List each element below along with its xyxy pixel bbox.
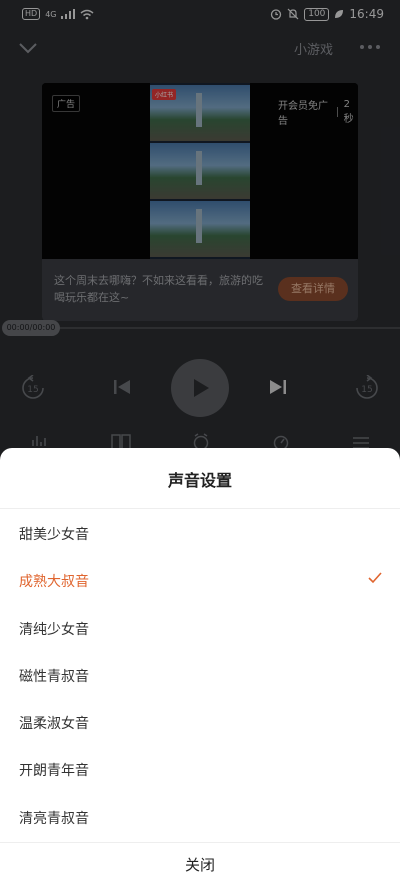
close-button[interactable]: 关闭 xyxy=(0,843,400,888)
voice-option-label: 清纯少女音 xyxy=(19,621,89,638)
voice-option-label: 温柔淑女音 xyxy=(19,716,89,733)
voice-option-0[interactable]: 甜美少女音 xyxy=(0,509,400,556)
voice-settings-sheet: 声音设置 甜美少女音 成熟大叔音 清纯少女音 磁性青叔音 温柔淑女音 开朗青年音… xyxy=(0,448,400,888)
voice-option-label: 甜美少女音 xyxy=(19,527,89,543)
checkmark-icon xyxy=(368,572,382,584)
voice-option-6[interactable]: 清亮青叔音 xyxy=(0,793,400,840)
voice-option-label: 成熟大叔音 xyxy=(19,574,89,591)
voice-option-3[interactable]: 磁性青叔音 xyxy=(0,651,400,698)
voice-option-4[interactable]: 温柔淑女音 xyxy=(0,698,400,745)
voice-option-label: 磁性青叔音 xyxy=(19,668,89,685)
voice-option-list: 甜美少女音 成熟大叔音 清纯少女音 磁性青叔音 温柔淑女音 开朗青年音 清亮青叔… xyxy=(0,509,400,840)
voice-option-2[interactable]: 清纯少女音 xyxy=(0,604,400,651)
sheet-title: 声音设置 xyxy=(167,471,232,490)
voice-option-label: 开朗青年音 xyxy=(19,763,89,780)
voice-option-5[interactable]: 开朗青年音 xyxy=(0,745,400,792)
voice-option-label: 清亮青叔音 xyxy=(19,810,89,827)
voice-option-1[interactable]: 成熟大叔音 xyxy=(0,556,400,603)
